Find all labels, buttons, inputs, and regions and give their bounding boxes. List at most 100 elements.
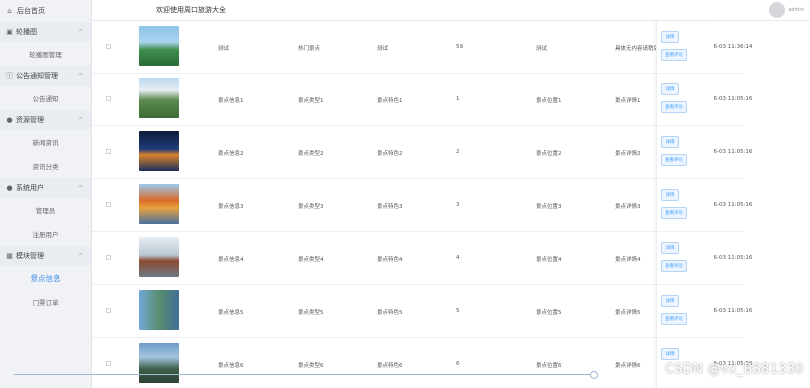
table-cell: 景点位置4	[536, 257, 562, 263]
horizontal-scrollbar[interactable]	[14, 371, 598, 379]
table-row[interactable]: 景点信息6 景点类型6 景点特色6 6 景点位置6 景点详情6 2023-06-03 11:…	[92, 338, 752, 388]
view-reviews-button[interactable]: 查看评论	[661, 313, 687, 325]
row-checkbox[interactable]	[106, 361, 111, 366]
sidebar-group-resource[interactable]: ● 资源管理 ^	[0, 110, 91, 130]
sidebar-group-modules[interactable]: ▦ 模块管理 ^	[0, 246, 91, 266]
table-cell: 6	[456, 361, 460, 367]
sidebar-group-label: 轮播图	[16, 28, 37, 36]
detail-button[interactable]: 详情	[661, 242, 679, 254]
row-checkbox[interactable]	[106, 44, 111, 49]
sidebar-item-scenic-info[interactable]: 景点信息	[0, 266, 91, 290]
table-cell: 景点详情3	[615, 204, 641, 210]
table-cell: 景点类型3	[298, 204, 324, 210]
sidebar-group-users[interactable]: ● 系统用户 ^	[0, 178, 91, 198]
user-menu[interactable]: admin	[769, 2, 804, 18]
chevron-up-icon: ^	[77, 72, 83, 80]
row-actions: 详情 查看评论	[657, 232, 715, 285]
row-actions: 详情 查看评论	[657, 285, 715, 338]
sidebar-group-carousel[interactable]: ▣ 轮播图 ^	[0, 22, 91, 42]
table-cell: 景点详情4	[615, 257, 641, 263]
table-cell: 59	[456, 44, 463, 50]
detail-button[interactable]: 详情	[661, 295, 679, 307]
scenic-thumbnail	[139, 290, 179, 330]
table-cell: 景点位置6	[536, 363, 562, 369]
table-row[interactable]: 景点信息3 景点类型3 景点特色3 3 景点位置3 景点详情3 2023-06-03 11:…	[92, 179, 752, 232]
avatar[interactable]	[769, 2, 786, 18]
table-cell: 景点特色2	[377, 151, 403, 157]
resource-icon: ●	[6, 115, 13, 124]
table-cell: 测试	[536, 46, 548, 52]
table-cell: 热门景点	[298, 46, 321, 52]
sidebar-item-notice[interactable]: 公告通知	[0, 86, 91, 110]
detail-button[interactable]: 详情	[661, 83, 679, 95]
chevron-up-icon: ^	[77, 116, 83, 124]
chevron-up-icon: ^	[77, 184, 83, 192]
table-cell: 景点特色1	[377, 98, 403, 104]
table-row[interactable]: 景点信息2 景点类型2 景点特色2 2 景点位置2 景点详情2 2023-06-03 11:…	[92, 126, 752, 179]
table-cell: 景点特色5	[377, 310, 403, 316]
scroll-track[interactable]	[14, 374, 596, 375]
scroll-handle[interactable]	[590, 371, 598, 379]
table-cell: 景点信息1	[218, 98, 244, 104]
row-checkbox[interactable]	[106, 202, 111, 207]
row-checkbox[interactable]	[106, 308, 111, 313]
table-cell: 测试	[377, 46, 389, 52]
view-reviews-button[interactable]: 查看评论	[661, 154, 687, 166]
table-cell: 5	[456, 308, 460, 314]
table-cell: 景点类型4	[298, 257, 324, 263]
table-cell: 景点信息6	[218, 363, 244, 369]
table-cell: 景点位置2	[536, 151, 562, 157]
username: admin	[788, 7, 804, 13]
detail-button[interactable]: 详情	[661, 136, 679, 148]
scenic-thumbnail	[139, 78, 179, 118]
table-cell: 景点信息3	[218, 204, 244, 210]
sidebar-item-registered-users[interactable]: 注册用户	[0, 222, 91, 246]
view-reviews-button[interactable]: 查看评论	[661, 207, 687, 219]
sidebar-group-label: 系统用户	[16, 184, 44, 192]
row-actions: 详情 查看评论	[657, 179, 715, 232]
sidebar-item-admin[interactable]: 管理员	[0, 198, 91, 222]
scenic-thumbnail	[139, 343, 179, 383]
sidebar: ⌂ 后台首页 ▣ 轮播图 ^ 轮播图管理 ⓘ 公告通知管理 ^ 公告通知 ● 资源管理…	[0, 0, 92, 388]
table-row[interactable]: 测试 热门景点 测试 59 测试 具体无内容请稍后再来 2023-06-03 11:36:1…	[92, 21, 752, 74]
top-header: 欢迎使用周口旅游大全 admin	[92, 0, 810, 21]
scenic-thumbnail	[139, 26, 179, 66]
table-cell: 景点详情5	[615, 310, 641, 316]
table-cell: 景点特色6	[377, 363, 403, 369]
table-row[interactable]: 景点信息4 景点类型4 景点特色4 4 景点位置4 景点详情4 2023-06-03 11:…	[92, 232, 752, 285]
table-cell: 景点位置5	[536, 310, 562, 316]
table-row[interactable]: 景点信息1 景点类型1 景点特色1 1 景点位置1 景点详情1 2023-06-03 11:…	[92, 73, 752, 126]
row-checkbox[interactable]	[106, 96, 111, 101]
view-reviews-button[interactable]: 查看评论	[661, 260, 687, 272]
sidebar-group-label: 公告通知管理	[16, 72, 58, 80]
table-cell: 景点类型1	[298, 98, 324, 104]
sidebar-home[interactable]: ⌂ 后台首页	[0, 0, 91, 22]
table-cell: 景点详情1	[615, 98, 641, 104]
image-icon: ▣	[6, 27, 13, 36]
table-cell: 景点信息5	[218, 310, 244, 316]
row-checkbox[interactable]	[106, 255, 111, 260]
detail-button[interactable]: 详情	[661, 31, 679, 43]
detail-button[interactable]: 详情	[661, 189, 679, 201]
view-reviews-button[interactable]: 查看评论	[661, 101, 687, 113]
chevron-up-icon: ^	[77, 28, 83, 36]
table-cell: 景点位置3	[536, 204, 562, 210]
table-cell: 测试	[218, 46, 230, 52]
sidebar-item-news-category[interactable]: 资讯分类	[0, 154, 91, 178]
table-cell: 景点详情6	[615, 363, 641, 369]
watermark: CSDN @vx_BS81330	[664, 362, 804, 377]
sidebar-item-ticket-orders[interactable]: 门票订单	[0, 290, 91, 314]
sidebar-group-notice[interactable]: ⓘ 公告通知管理 ^	[0, 66, 91, 86]
sidebar-item-news[interactable]: 新闻资讯	[0, 130, 91, 154]
table-cell: 景点类型2	[298, 151, 324, 157]
table-cell: 景点类型5	[298, 310, 324, 316]
view-reviews-button[interactable]: 查看评论	[661, 49, 687, 61]
detail-button[interactable]: 详情	[661, 348, 679, 360]
user-icon: ●	[6, 183, 13, 192]
sidebar-group-label: 模块管理	[16, 252, 44, 260]
row-checkbox[interactable]	[106, 149, 111, 154]
table-row[interactable]: 景点信息5 景点类型5 景点特色5 5 景点位置5 景点详情5 2023-06-03 11:…	[92, 285, 752, 338]
row-actions: 详情 查看评论	[657, 73, 715, 126]
table-cell: 2	[456, 149, 460, 155]
sidebar-item-carousel-manage[interactable]: 轮播图管理	[0, 42, 91, 66]
